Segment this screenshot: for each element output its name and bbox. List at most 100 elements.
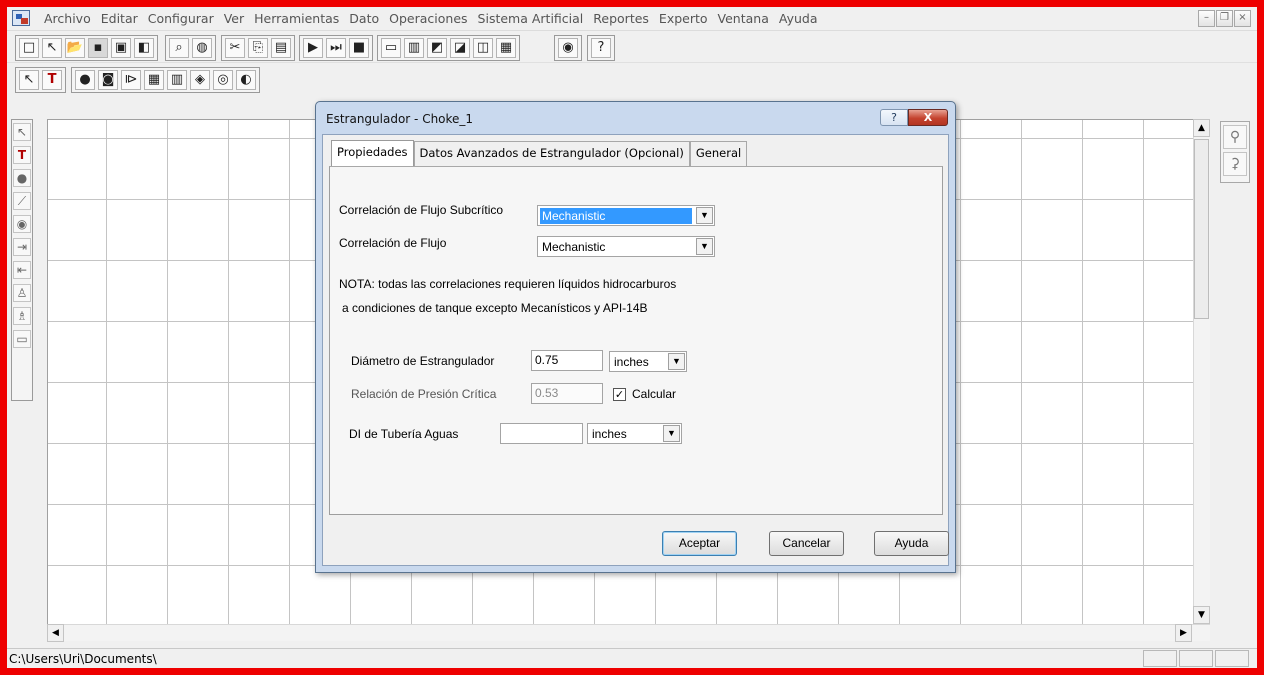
- tab-datos-avanzados[interactable]: Datos Avanzados de Estrangulador (Opcion…: [413, 141, 690, 166]
- dialog-close-button[interactable]: X: [908, 109, 948, 126]
- note-line-2: a condiciones de tanque excepto Mecaníst…: [342, 301, 648, 315]
- globe-search-icon[interactable]: ◍: [192, 38, 212, 58]
- help-icon[interactable]: ?: [591, 38, 611, 58]
- left-toolbox: ↖ T ● ⟋ ◉ ⇥ ⇤ ♙ ♗ ▭: [11, 119, 33, 401]
- calcular-checkbox[interactable]: ✓: [613, 388, 626, 401]
- status-path: C:\Users\Uri\Documents\: [9, 652, 157, 666]
- menu-ver[interactable]: Ver: [219, 11, 249, 26]
- copy-icon[interactable]: ⎘: [248, 38, 268, 58]
- scroll-left-icon[interactable]: ◀: [47, 624, 64, 642]
- person-icon[interactable]: ♙: [13, 284, 31, 302]
- scroll-up-icon[interactable]: ▲: [1193, 119, 1210, 137]
- misc-icon[interactable]: ▭: [13, 330, 31, 348]
- tab-general[interactable]: General: [689, 141, 748, 166]
- find-icon[interactable]: ⌕: [169, 38, 189, 58]
- cancel-button[interactable]: Cancelar: [769, 531, 844, 556]
- pointer-icon[interactable]: ↖: [42, 38, 62, 58]
- menu-herramientas[interactable]: Herramientas: [249, 11, 344, 26]
- tree-expanded-icon[interactable]: ⚳: [1223, 152, 1247, 176]
- toolbar-group-select: ↖ T: [15, 67, 66, 93]
- downstream-unit-select[interactable]: inches ▼: [587, 423, 682, 444]
- tree-icon[interactable]: ⚲: [1223, 125, 1247, 149]
- open-icon[interactable]: 📂: [65, 38, 85, 58]
- vertical-scroll-thumb[interactable]: [1194, 139, 1209, 319]
- status-cell: [1179, 650, 1213, 667]
- menu-configurar[interactable]: Configurar: [143, 11, 219, 26]
- minimize-button[interactable]: –: [1198, 10, 1215, 27]
- pump-icon[interactable]: ◈: [190, 70, 210, 90]
- restore-button[interactable]: ❐: [1216, 10, 1233, 27]
- main-toolbar: □ ↖ 📂 ▪ ▣ ◧ ⌕ ◍ ✂ ⎘ ▤ ▶ ⏭ ■ ▭ ▥ ◩ ◪ ◫ ▦: [7, 31, 1257, 63]
- select-icon[interactable]: ↖: [19, 70, 39, 90]
- pointer-icon[interactable]: ↖: [13, 123, 31, 141]
- run-step-icon[interactable]: ⏭: [326, 38, 346, 58]
- heater-icon[interactable]: ◐: [236, 70, 256, 90]
- tab-propiedades[interactable]: Propiedades: [331, 140, 414, 167]
- import-icon[interactable]: ⇥: [13, 238, 31, 256]
- zoom-icon[interactable]: ◉: [13, 215, 31, 233]
- subcritical-select[interactable]: Mechanistic ▼: [537, 205, 715, 226]
- ok-button[interactable]: Aceptar: [662, 531, 737, 556]
- critical-select[interactable]: Mechanistic ▼: [537, 236, 715, 257]
- scroll-right-icon[interactable]: ▶: [1175, 624, 1192, 642]
- chevron-down-icon[interactable]: ▼: [663, 425, 680, 442]
- chevron-down-icon[interactable]: ▼: [696, 207, 713, 224]
- injector-icon[interactable]: ♗: [13, 307, 31, 325]
- menu-dato[interactable]: Dato: [344, 11, 384, 26]
- menu-archivo[interactable]: Archivo: [39, 11, 96, 26]
- menu-items: Archivo Editar Configurar Ver Herramient…: [39, 11, 823, 26]
- chevron-down-icon[interactable]: ▼: [696, 238, 713, 255]
- table-icon[interactable]: ▦: [496, 38, 516, 58]
- dialog-help-button[interactable]: ?: [880, 109, 908, 126]
- new-icon[interactable]: □: [19, 38, 39, 58]
- menu-operaciones[interactable]: Operaciones: [384, 11, 472, 26]
- manifold-icon[interactable]: ▥: [167, 70, 187, 90]
- separator-icon[interactable]: ▦: [144, 70, 164, 90]
- copy-window-icon[interactable]: ◧: [134, 38, 154, 58]
- pressure-ratio-input[interactable]: 0.53: [531, 383, 603, 404]
- save-icon[interactable]: ▪: [88, 38, 108, 58]
- dialog-title: Estrangulador - Choke_1: [326, 112, 474, 126]
- graph-icon[interactable]: ◫: [473, 38, 493, 58]
- export-icon[interactable]: ⇤: [13, 261, 31, 279]
- tab-strip: Propiedades Datos Avanzados de Estrangul…: [331, 140, 748, 168]
- diameter-input[interactable]: 0.75: [531, 350, 603, 371]
- chart-icon[interactable]: ◩: [427, 38, 447, 58]
- diameter-unit-select[interactable]: inches ▼: [609, 351, 687, 372]
- scroll-down-icon[interactable]: ▼: [1193, 606, 1210, 624]
- text-icon[interactable]: T: [42, 70, 62, 90]
- compressor-icon[interactable]: ◎: [213, 70, 233, 90]
- plot-icon[interactable]: ◪: [450, 38, 470, 58]
- stop-icon[interactable]: ■: [349, 38, 369, 58]
- menu-reportes[interactable]: Reportes: [588, 11, 654, 26]
- source-icon[interactable]: ●: [75, 70, 95, 90]
- properties-panel: Correlación de Flujo Subcrítico Mechanis…: [329, 166, 943, 515]
- menu-experto[interactable]: Experto: [654, 11, 713, 26]
- choke-icon[interactable]: ⧐: [121, 70, 141, 90]
- report-icon[interactable]: ▥: [404, 38, 424, 58]
- text-tool-icon[interactable]: T: [13, 146, 31, 164]
- menu-editar[interactable]: Editar: [96, 11, 143, 26]
- close-window-button[interactable]: ×: [1234, 10, 1251, 27]
- node-icon[interactable]: ●: [13, 169, 31, 187]
- internet-icon[interactable]: ◉: [558, 38, 578, 58]
- paste-icon[interactable]: ▤: [271, 38, 291, 58]
- well-icon[interactable]: ◙: [98, 70, 118, 90]
- cut-icon[interactable]: ✂: [225, 38, 245, 58]
- downstream-id-input[interactable]: [500, 423, 583, 444]
- window-icon[interactable]: ▭: [381, 38, 401, 58]
- pressure-ratio-label: Relación de Presión Crítica: [351, 387, 497, 401]
- chevron-down-icon[interactable]: ▼: [668, 353, 685, 370]
- link-icon[interactable]: ⟋: [13, 192, 31, 210]
- horizontal-scrollbar[interactable]: [47, 624, 1210, 641]
- help-button[interactable]: Ayuda: [874, 531, 949, 556]
- menu-ayuda[interactable]: Ayuda: [774, 11, 823, 26]
- run-icon[interactable]: ▶: [303, 38, 323, 58]
- calcular-label: Calcular: [632, 387, 677, 401]
- app-icon[interactable]: [12, 10, 30, 26]
- menu-bar: Archivo Editar Configurar Ver Herramient…: [7, 7, 1257, 31]
- downstream-id-label: DI de Tubería Aguas: [349, 427, 459, 441]
- print-preview-icon[interactable]: ▣: [111, 38, 131, 58]
- menu-sistema-artificial[interactable]: Sistema Artificial: [473, 11, 589, 26]
- menu-ventana[interactable]: Ventana: [713, 11, 774, 26]
